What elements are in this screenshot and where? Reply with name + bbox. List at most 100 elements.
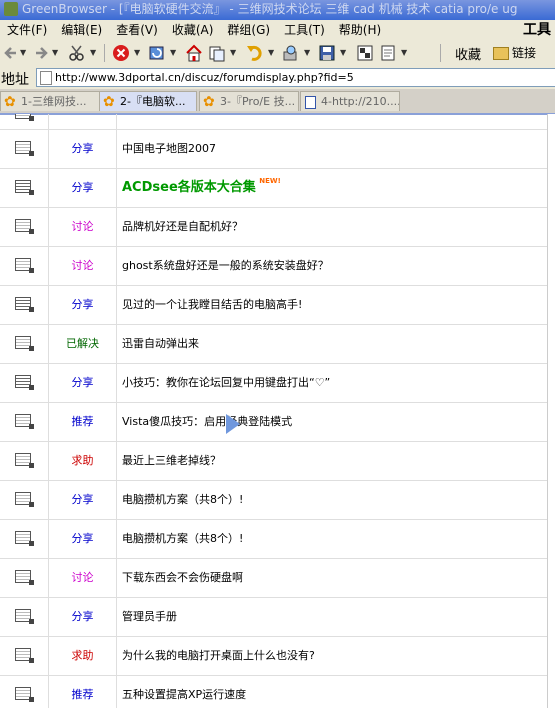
- table-row: 分享 电脑攒机方案（共8个）!: [0, 519, 548, 559]
- doc-icon[interactable]: [15, 141, 34, 156]
- search-tool-dropdown-icon[interactable]: ▼: [304, 48, 310, 57]
- category-link[interactable]: 分享: [72, 610, 94, 623]
- category-cell: 分享: [49, 597, 117, 636]
- doc-icon[interactable]: [15, 570, 34, 585]
- thread-title-link[interactable]: 五种设置提高XP运行速度: [122, 688, 246, 701]
- doc-icon[interactable]: [15, 687, 34, 702]
- menu-view[interactable]: 查看(V): [109, 20, 165, 40]
- thread-title-link[interactable]: 管理员手册: [122, 610, 177, 623]
- tab-3[interactable]: ✿ 3-『Pro/E 技...: [199, 91, 299, 111]
- document-dropdown-icon[interactable]: ▼: [401, 48, 407, 57]
- doc-icon[interactable]: [15, 336, 34, 351]
- page-icon: [305, 96, 316, 109]
- window-layout-icon[interactable]: [356, 44, 374, 62]
- window-title: GreenBrowser - [『电脑软硬件交流』 - 三维网技术论坛 三维 c…: [22, 2, 518, 16]
- icon-cell: [0, 402, 49, 441]
- category-link[interactable]: 求助: [72, 649, 94, 662]
- table-row: 推荐 Vista傻瓜技巧：启用经典登陆模式: [0, 402, 548, 442]
- thread-title-link[interactable]: 最近上三维老掉线？: [122, 454, 221, 467]
- doc-icon[interactable]: [15, 492, 34, 507]
- tab-2[interactable]: ✿ 2-『电脑软...: [99, 91, 197, 111]
- title-cell: 最近上三维老掉线？: [122, 441, 221, 480]
- menu-favorites[interactable]: 收藏(A): [165, 20, 221, 40]
- hot-doc-icon[interactable]: [15, 297, 34, 312]
- links-button[interactable]: 链接: [493, 44, 536, 61]
- thread-title-link[interactable]: 中国电子地图2007: [122, 142, 216, 155]
- category-cell: 分享: [49, 168, 117, 207]
- menu-group[interactable]: 群组(G): [220, 20, 277, 40]
- scrollbar[interactable]: [547, 114, 555, 708]
- category-link[interactable]: 分享: [72, 376, 94, 389]
- thread-title-link[interactable]: Vista傻瓜技巧：启用经典登陆模式: [122, 415, 292, 428]
- tools-dropdown-icon[interactable]: ▼: [90, 48, 96, 57]
- mouse-cursor-icon: [226, 414, 240, 434]
- menu-edit[interactable]: 编辑(E): [54, 20, 109, 40]
- refresh-dropdown-icon[interactable]: ▼: [170, 48, 176, 57]
- forward-dropdown-icon[interactable]: ▼: [52, 48, 58, 57]
- category-link[interactable]: 讨论: [72, 259, 94, 272]
- refresh-icon[interactable]: [148, 44, 166, 62]
- pages-dropdown-icon[interactable]: ▼: [230, 48, 236, 57]
- thread-title-link[interactable]: 见过的一个让我瞠目结舌的电脑高手!: [122, 298, 302, 311]
- hot-doc-icon[interactable]: [15, 375, 34, 390]
- category-link[interactable]: 求助: [72, 454, 94, 467]
- back-icon[interactable]: [2, 44, 18, 62]
- category-link[interactable]: 分享: [72, 298, 94, 311]
- tab-1[interactable]: ✿ 1-三维网技...: [0, 91, 115, 111]
- home-icon[interactable]: [185, 44, 203, 62]
- favorites-button[interactable]: 收藏: [455, 44, 481, 63]
- document-icon[interactable]: [379, 44, 397, 62]
- doc-icon[interactable]: [15, 219, 34, 234]
- pages-icon[interactable]: [208, 44, 226, 62]
- doc-icon[interactable]: [15, 258, 34, 273]
- thread-title-link[interactable]: 电脑攒机方案（共8个）!: [122, 493, 243, 506]
- category-link[interactable]: 推荐: [72, 415, 94, 428]
- title-cell: 迅雷自动弹出来: [122, 324, 199, 363]
- undo-icon[interactable]: [246, 44, 264, 62]
- save-dropdown-icon[interactable]: ▼: [340, 48, 346, 57]
- hot-doc-icon[interactable]: [15, 180, 34, 195]
- category-link[interactable]: 讨论: [72, 571, 94, 584]
- doc-icon[interactable]: [15, 648, 34, 663]
- tab-label: 1-三维网技...: [21, 95, 87, 108]
- thread-title-link[interactable]: 为什么我的电脑打开桌面上什么也没有?: [122, 649, 315, 662]
- tab-label: 3-『Pro/E 技...: [220, 95, 296, 108]
- category-link[interactable]: 讨论: [72, 220, 94, 233]
- category-link[interactable]: 分享: [72, 493, 94, 506]
- menu-tools[interactable]: 工具(T): [277, 20, 332, 40]
- category-link[interactable]: 已解决: [66, 337, 99, 350]
- icon-cell: [0, 129, 49, 168]
- thread-title-link[interactable]: 电脑攒机方案（共8个）!: [122, 532, 243, 545]
- doc-icon[interactable]: [15, 453, 34, 468]
- thread-title-link[interactable]: 迅雷自动弹出来: [122, 337, 199, 350]
- save-icon[interactable]: [318, 44, 336, 62]
- category-cell: 分享: [49, 363, 117, 402]
- address-field[interactable]: [36, 68, 555, 87]
- undo-dropdown-icon[interactable]: ▼: [268, 48, 274, 57]
- search-tool-icon[interactable]: [282, 44, 300, 62]
- forward-icon[interactable]: [34, 44, 50, 62]
- stop-icon[interactable]: [112, 44, 130, 62]
- icon-cell: [0, 285, 49, 324]
- doc-icon[interactable]: [15, 531, 34, 546]
- back-dropdown-icon[interactable]: ▼: [20, 48, 26, 57]
- thread-title-link[interactable]: 品牌机好还是自配机好？: [122, 220, 243, 233]
- category-link[interactable]: 分享: [72, 142, 94, 155]
- menu-file[interactable]: 文件(F): [0, 20, 54, 40]
- tools-label[interactable]: 工具: [519, 20, 555, 40]
- address-input[interactable]: [55, 69, 550, 86]
- doc-icon[interactable]: [15, 609, 34, 624]
- stop-dropdown-icon[interactable]: ▼: [134, 48, 140, 57]
- thread-title-link[interactable]: ghost系统盘好还是一般的系统安装盘好？: [122, 259, 329, 272]
- thread-title-link[interactable]: ACDsee各版本大合集: [122, 180, 256, 195]
- doc-icon[interactable]: [15, 414, 34, 429]
- tab-4[interactable]: 4-http://210....: [300, 91, 400, 111]
- category-link[interactable]: 分享: [72, 532, 94, 545]
- menu-help[interactable]: 帮助(H): [332, 20, 388, 40]
- tools-scissors-icon[interactable]: [68, 44, 86, 62]
- thread-title-link[interactable]: 小技巧：教你在论坛回复中用键盘打出“♡”: [122, 376, 330, 389]
- icon-cell: [0, 480, 49, 519]
- thread-title-link[interactable]: 下载东西会不会伤硬盘啊: [122, 571, 243, 584]
- category-link[interactable]: 分享: [72, 181, 94, 194]
- category-link[interactable]: 推荐: [72, 688, 94, 701]
